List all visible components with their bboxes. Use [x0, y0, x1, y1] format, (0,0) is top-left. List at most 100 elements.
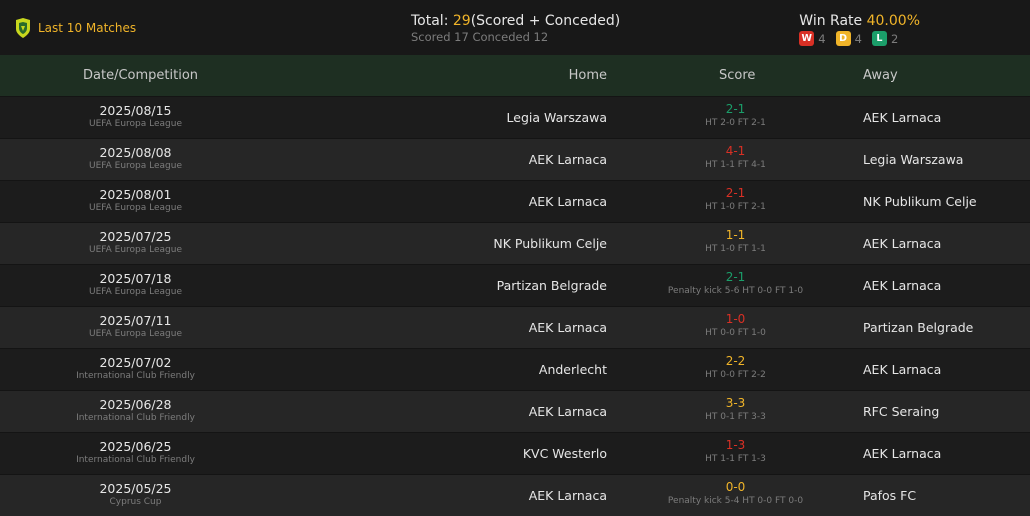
score-cell: 2-1 HT 2-0 FT 2-1	[640, 102, 831, 129]
away-team[interactable]: RFC Seraing	[863, 404, 939, 419]
away-team[interactable]: AEK Larnaca	[863, 236, 941, 251]
score-cell: 3-3 HT 0-1 FT 3-3	[640, 396, 831, 423]
match-score[interactable]: 2-2	[640, 354, 831, 369]
score-detail: HT 1-1 FT 4-1	[705, 160, 766, 170]
home-team[interactable]: AEK Larnaca	[529, 404, 607, 419]
matches-table: 2025/08/15 UEFA Europa League Legia Warsz…	[0, 96, 1030, 516]
competition-name[interactable]: International Club Friendly	[0, 412, 271, 424]
team-crest-icon	[16, 18, 30, 38]
competition-name[interactable]: UEFA Europa League	[0, 160, 271, 172]
away-team[interactable]: Partizan Belgrade	[863, 320, 973, 335]
home-team[interactable]: AEK Larnaca	[529, 152, 607, 167]
match-score[interactable]: 2-1	[640, 270, 831, 285]
score-detail: HT 1-0 FT 1-1	[705, 244, 766, 254]
competition-name[interactable]: Cyprus Cup	[0, 496, 271, 508]
match-date: 2025/07/25	[99, 229, 172, 244]
away-team[interactable]: AEK Larnaca	[863, 110, 941, 125]
competition-name[interactable]: UEFA Europa League	[0, 118, 271, 130]
table-row[interactable]: 2025/07/25 UEFA Europa League NK Publikum…	[0, 222, 1030, 264]
table-row[interactable]: 2025/08/15 UEFA Europa League Legia Warsz…	[0, 96, 1030, 138]
total-suffix: (Scored + Conceded)	[470, 13, 621, 29]
competition-name[interactable]: UEFA Europa League	[0, 202, 271, 214]
match-score[interactable]: 1-1	[640, 228, 831, 243]
table-row[interactable]: 2025/08/01 UEFA Europa League AEK Larnaca…	[0, 180, 1030, 222]
match-score[interactable]: 4-1	[640, 144, 831, 159]
last-matches-title: Last 10 Matches	[38, 21, 137, 35]
summary-header: Last 10 Matches Total: 29(Scored + Conce…	[0, 0, 1030, 55]
team-header[interactable]: Last 10 Matches	[15, 18, 136, 38]
match-score[interactable]: 2-1	[640, 186, 831, 201]
score-detail: HT 0-0 FT 1-0	[705, 328, 766, 338]
table-row[interactable]: 2025/06/28 International Club Friendly AE…	[0, 390, 1030, 432]
match-date: 2025/08/08	[99, 145, 172, 160]
date-cell: 2025/06/25 International Club Friendly	[0, 439, 271, 466]
home-team[interactable]: AEK Larnaca	[529, 320, 607, 335]
table-row[interactable]: 2025/05/25 Cyprus Cup AEK Larnaca 0-0 Pena…	[0, 474, 1030, 516]
score-detail: HT 1-1 FT 1-3	[705, 454, 766, 464]
table-row[interactable]: 2025/06/25 International Club Friendly KV…	[0, 432, 1030, 474]
date-cell: 2025/05/25 Cyprus Cup	[0, 481, 271, 508]
win-rate-value: 40.00%	[866, 13, 920, 29]
match-date: 2025/06/28	[99, 397, 172, 412]
away-team[interactable]: AEK Larnaca	[863, 446, 941, 461]
table-row[interactable]: 2025/07/18 UEFA Europa League Partizan Be…	[0, 264, 1030, 306]
column-header-date: Date/Competition	[83, 68, 199, 83]
score-cell: 2-1 Penalty kick 5-6 HT 0-0 FT 1-0	[640, 270, 831, 297]
competition-name[interactable]: UEFA Europa League	[0, 244, 271, 256]
date-cell: 2025/06/28 International Club Friendly	[0, 397, 271, 424]
score-detail: HT 2-0 FT 2-1	[705, 118, 766, 128]
table-header: Date/Competition Home Score Away	[0, 55, 1030, 96]
draw-count: 4	[854, 31, 862, 46]
competition-name[interactable]: UEFA Europa League	[0, 328, 271, 340]
column-header-score: Score	[719, 68, 756, 83]
home-team[interactable]: AEK Larnaca	[529, 194, 607, 209]
table-row[interactable]: 2025/07/02 International Club Friendly An…	[0, 348, 1030, 390]
match-score[interactable]: 3-3	[640, 396, 831, 411]
home-team[interactable]: Anderlecht	[539, 362, 607, 377]
match-date: 2025/05/25	[99, 481, 172, 496]
score-detail: Penalty kick 5-6 HT 0-0 FT 1-0	[667, 286, 804, 296]
home-team[interactable]: NK Publikum Celje	[493, 236, 607, 251]
competition-name[interactable]: International Club Friendly	[0, 454, 271, 466]
home-team[interactable]: AEK Larnaca	[529, 488, 607, 503]
table-row[interactable]: 2025/07/11 UEFA Europa League AEK Larnaca…	[0, 306, 1030, 348]
column-header-away: Away	[863, 68, 898, 83]
competition-name[interactable]: UEFA Europa League	[0, 286, 271, 298]
away-team[interactable]: Legia Warszawa	[863, 152, 963, 167]
win-rate-label: Win Rate	[799, 13, 867, 29]
match-date: 2025/08/15	[99, 103, 172, 118]
date-cell: 2025/07/11 UEFA Europa League	[0, 313, 271, 340]
match-score[interactable]: 0-0	[640, 480, 831, 495]
date-cell: 2025/07/02 International Club Friendly	[0, 355, 271, 382]
score-cell: 4-1 HT 1-1 FT 4-1	[640, 144, 831, 171]
home-team[interactable]: Legia Warszawa	[507, 110, 607, 125]
win-count: 4	[818, 31, 826, 46]
draw-badge: D	[835, 31, 851, 46]
away-team[interactable]: Pafos FC	[863, 488, 916, 503]
match-score[interactable]: 2-1	[640, 102, 831, 117]
away-team[interactable]: NK Publikum Celje	[863, 194, 977, 209]
match-score[interactable]: 1-3	[640, 438, 831, 453]
total-line: Total: 29(Scored + Conceded)	[411, 12, 620, 30]
away-team[interactable]: AEK Larnaca	[863, 278, 941, 293]
score-detail: HT 1-0 FT 2-1	[705, 202, 766, 212]
score-detail: HT 0-0 FT 2-2	[705, 370, 766, 380]
match-date: 2025/07/11	[99, 313, 172, 328]
match-score[interactable]: 1-0	[640, 312, 831, 327]
scored-conceded: Scored 17 Conceded 12	[411, 30, 549, 44]
date-cell: 2025/08/08 UEFA Europa League	[0, 145, 271, 172]
away-team[interactable]: AEK Larnaca	[863, 362, 941, 377]
date-cell: 2025/07/18 UEFA Europa League	[0, 271, 271, 298]
score-cell: 2-2 HT 0-0 FT 2-2	[640, 354, 831, 381]
match-date: 2025/08/01	[99, 187, 172, 202]
competition-name[interactable]: International Club Friendly	[0, 370, 271, 382]
home-team[interactable]: Partizan Belgrade	[497, 278, 607, 293]
score-cell: 1-0 HT 0-0 FT 1-0	[640, 312, 831, 339]
goals-summary: Total: 29(Scored + Conceded) Scored 17 C…	[411, 12, 620, 45]
total-label: Total:	[411, 13, 453, 29]
match-date: 2025/06/25	[99, 439, 172, 454]
table-row[interactable]: 2025/08/08 UEFA Europa League AEK Larnaca…	[0, 138, 1030, 180]
home-team[interactable]: KVC Westerlo	[523, 446, 607, 461]
score-cell: 0-0 Penalty kick 5-4 HT 0-0 FT 0-0	[640, 480, 831, 507]
score-detail: HT 0-1 FT 3-3	[705, 412, 766, 422]
